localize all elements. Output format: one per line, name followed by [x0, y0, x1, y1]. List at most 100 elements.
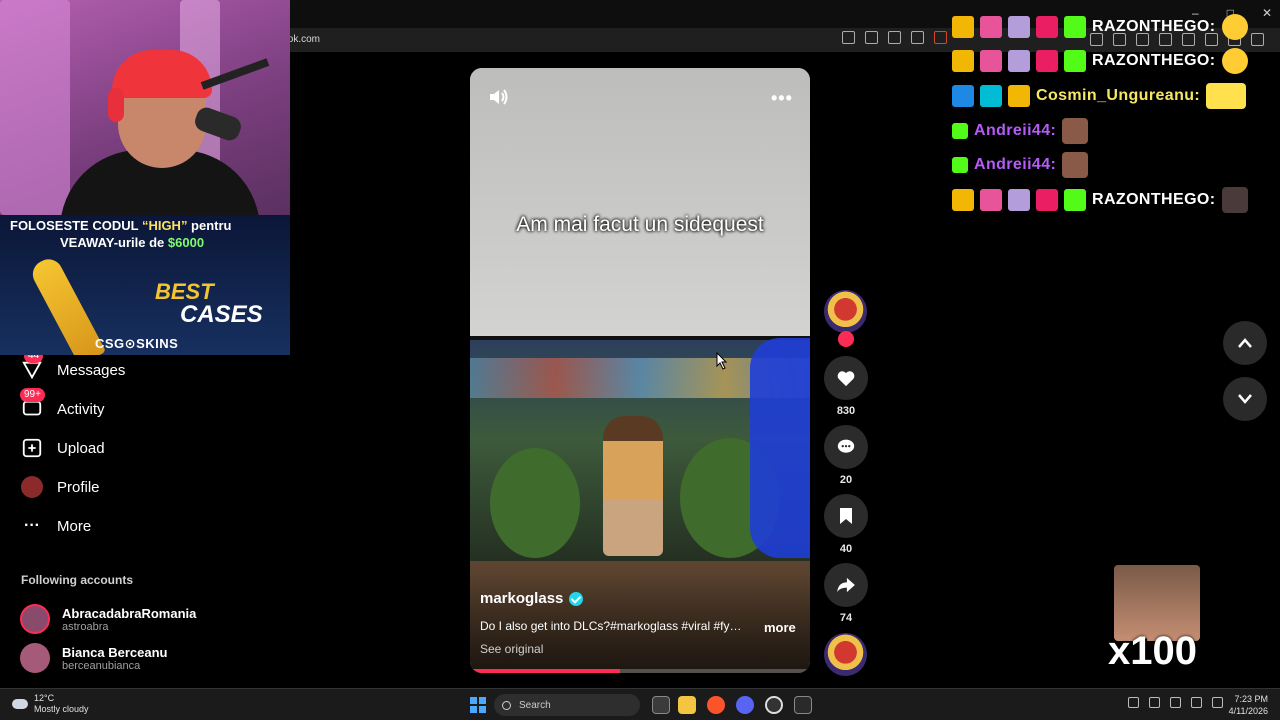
- seven-tv-badge-icon: [1036, 189, 1058, 211]
- follow-check-icon[interactable]: [838, 331, 854, 347]
- like-count: 830: [836, 405, 856, 417]
- address-bar-actions: [842, 31, 947, 44]
- brave-browser-icon[interactable]: [707, 696, 725, 714]
- video-description: Do I also get into DLCs?#markoglass #vir…: [480, 619, 742, 633]
- chat-message: Cosmin_Ungureanu:: [952, 83, 1247, 109]
- sidebar-item-more[interactable]: ··· More: [20, 512, 91, 540]
- gift-badge-icon: [952, 123, 968, 139]
- g-hub-icon[interactable]: [765, 696, 783, 714]
- chat-message: RAZONTHEGO:: [952, 14, 1248, 40]
- account-name: Bianca Berceanu: [62, 644, 168, 660]
- creator-avatar[interactable]: [824, 290, 867, 333]
- video-progress-fill: [470, 669, 620, 673]
- more-button[interactable]: more: [764, 620, 796, 635]
- volume-icon[interactable]: [488, 88, 510, 106]
- chat-username: RAZONTHEGO:: [1092, 18, 1216, 35]
- laughing-face-emote-icon: [1062, 118, 1089, 144]
- weather-temp: 12°C: [34, 693, 55, 703]
- curtain: [0, 0, 70, 215]
- account-handle: berceanubianca: [62, 659, 141, 672]
- promo-line-1: FOLOSESTE CODUL “HIGH” pentru: [10, 218, 232, 233]
- following-account[interactable]: AbracadabraRomania astroabra: [20, 604, 196, 634]
- chat-message: Andreii44:: [952, 118, 1089, 144]
- brave-shield-icon[interactable]: [934, 31, 947, 44]
- share-arrow-icon[interactable]: [824, 563, 868, 607]
- comment-icon[interactable]: [824, 425, 868, 469]
- tracking-off-icon[interactable]: [842, 31, 855, 44]
- speaker-icon[interactable]: [1149, 697, 1160, 708]
- video-options-icon[interactable]: •••: [771, 88, 793, 109]
- following-account[interactable]: Bianca Berceanu berceanubianca: [20, 643, 168, 673]
- sub-badge-icon: [980, 50, 1002, 72]
- chat-message: RAZONTHEGO:: [952, 48, 1248, 74]
- file-explorer-icon[interactable]: [678, 696, 696, 714]
- kick-badge-icon: [1064, 16, 1086, 38]
- promo-code: “HIGH”: [141, 218, 188, 233]
- bookmark-icon[interactable]: [824, 494, 868, 538]
- heart-icon[interactable]: [824, 356, 868, 400]
- discord-icon[interactable]: [736, 696, 754, 714]
- see-original-link[interactable]: See original: [480, 642, 543, 656]
- chat-username: RAZONTHEGO:: [1092, 52, 1216, 69]
- video-progress-bar[interactable]: [470, 669, 810, 673]
- promo-cases: CASES: [180, 301, 263, 328]
- share-icon[interactable]: [911, 31, 924, 44]
- activity-badge: 99+: [20, 388, 45, 402]
- laughing-emoji-icon: [1221, 48, 1248, 74]
- sub-badge-icon: [980, 189, 1002, 211]
- laughing-face-emote-icon: [1062, 152, 1089, 178]
- gift-badge-icon: [1008, 16, 1030, 38]
- comment-action[interactable]: 20: [824, 425, 868, 486]
- sound-disc-icon[interactable]: [824, 633, 867, 676]
- share-action[interactable]: 74: [824, 563, 868, 624]
- gift-badge-icon: [1008, 189, 1030, 211]
- address-bar[interactable]: ktok.com: [280, 31, 930, 49]
- zoom-icon[interactable]: [888, 31, 901, 44]
- task-view-icon[interactable]: [652, 696, 670, 714]
- account-handle: astroabra: [62, 620, 109, 633]
- microphone-icon[interactable]: [1170, 697, 1181, 708]
- video-frame-light: [750, 338, 810, 558]
- promo-text: pentru: [187, 218, 232, 233]
- system-tray: [1128, 697, 1223, 708]
- epic-games-icon[interactable]: [794, 696, 812, 714]
- cast-icon[interactable]: [865, 31, 878, 44]
- author-name: markoglass: [480, 590, 564, 607]
- weather-widget[interactable]: 12°C Mostly cloudy: [12, 693, 89, 715]
- following-accounts-title: Following accounts: [21, 573, 134, 587]
- save-action[interactable]: 40: [824, 494, 868, 555]
- account-name: AbracadabraRomania: [62, 605, 197, 621]
- sub-badge-icon: [980, 16, 1002, 38]
- sponsor-banner: FOLOSESTE CODUL “HIGH” pentru VEAWAY-uri…: [0, 215, 290, 355]
- sidebar-item-profile[interactable]: Profile: [20, 473, 100, 501]
- video-author[interactable]: markoglass: [480, 590, 584, 607]
- next-video-button[interactable]: [1223, 377, 1267, 421]
- close-icon[interactable]: ✕: [1262, 6, 1272, 20]
- sidebar-item-activity[interactable]: 99+ Activity: [20, 388, 105, 423]
- sidebar-item-label: Messages: [57, 361, 126, 379]
- crown-badge-icon: [1008, 85, 1030, 107]
- windows-taskbar: 12°C Mostly cloudy Search 7:23 PM 4/11/2…: [0, 688, 1280, 720]
- video-frame-person: [603, 416, 663, 556]
- taskbar-search[interactable]: Search: [494, 694, 640, 716]
- clock-date: 4/11/2026: [1228, 706, 1268, 716]
- sidebar-item-messages[interactable]: 44 Messages: [20, 349, 126, 384]
- sidebar-item-upload[interactable]: Upload: [20, 434, 105, 462]
- system-clock[interactable]: 7:23 PM 4/11/2026: [1224, 693, 1268, 717]
- plus-square-icon: [20, 436, 44, 460]
- chevron-up-icon[interactable]: [1128, 697, 1139, 708]
- start-button[interactable]: [470, 697, 486, 713]
- avatar: [20, 604, 50, 634]
- chat-username: Cosmin_Ungureanu:: [1036, 87, 1201, 104]
- like-action[interactable]: 830: [824, 356, 868, 417]
- previous-video-button[interactable]: [1223, 321, 1267, 365]
- crown-badge-icon: [952, 189, 974, 211]
- video-player[interactable]: Am mai facut un sidequest ••• markoglass…: [470, 68, 810, 673]
- menu-icon[interactable]: [1251, 33, 1264, 46]
- volume-icon[interactable]: [1212, 697, 1223, 708]
- video-frame-wall: [470, 68, 810, 338]
- display-icon[interactable]: [1191, 697, 1202, 708]
- mouse-cursor-icon: [715, 351, 729, 375]
- ellipsis-icon: ···: [24, 517, 40, 534]
- headphone-icon: [108, 88, 124, 122]
